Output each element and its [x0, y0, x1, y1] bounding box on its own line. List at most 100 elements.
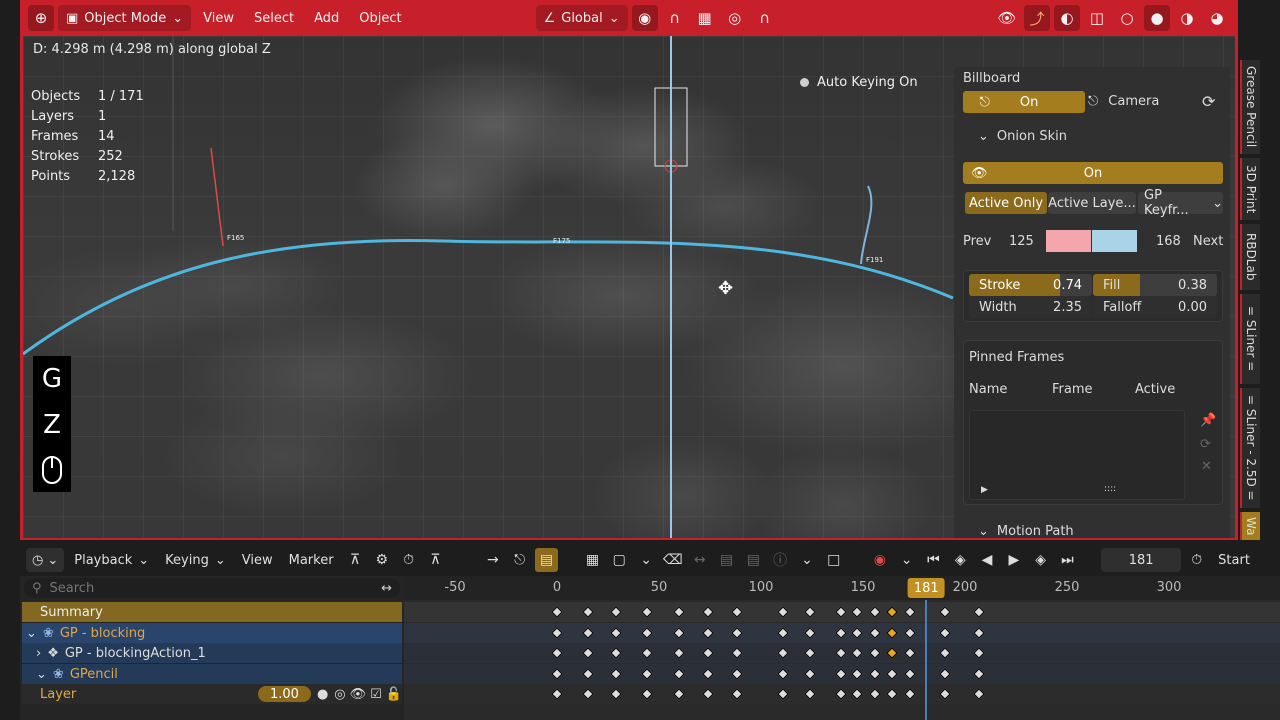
interpolation-icon[interactable]: ▦	[581, 548, 604, 572]
mirror-icon[interactable]: ⌫	[662, 548, 685, 572]
play-icon[interactable]: ▶	[1002, 548, 1025, 572]
info-icon[interactable]: ⓘ	[769, 548, 792, 572]
tab-rbdlab[interactable]: RBDLab	[1240, 224, 1260, 290]
playhead-frame[interactable]: 181	[907, 578, 945, 598]
jump-end-icon[interactable]: ⏭	[1056, 548, 1079, 572]
prev-keyframe-icon[interactable]: ◈	[949, 548, 972, 572]
current-frame-field[interactable]: 181	[1100, 548, 1182, 572]
onion-mode-active-only[interactable]: Active Only	[965, 192, 1047, 214]
layers2-icon[interactable]: ▤	[742, 548, 765, 572]
pivot-icon[interactable]: ◉	[631, 5, 658, 31]
onion-skin-toggle[interactable]: 👁 On	[963, 162, 1223, 184]
arrow-right-icon[interactable]: →	[481, 548, 504, 572]
menu-playback[interactable]: Playback ⌄	[68, 548, 155, 572]
next-color-swatch[interactable]	[1092, 230, 1137, 252]
chevron-down-icon: ⌄	[214, 552, 226, 568]
pin-icon[interactable]: 📌	[1200, 413, 1216, 428]
channel-gp-action[interactable]: › ❖ GP - blockingAction_1	[22, 643, 402, 663]
tab-3d-print[interactable]: 3D Print	[1240, 158, 1260, 220]
resize-handle-icon[interactable]: ::::	[1104, 484, 1116, 494]
channel-gpencil[interactable]: ⌄ ❀ GPencil	[22, 664, 402, 684]
tab-grease-pencil[interactable]: Grease Pencil	[1240, 60, 1260, 154]
swap-icon[interactable]: ↔	[688, 548, 711, 572]
prev-color-swatch[interactable]	[1046, 230, 1091, 252]
copy-key-icon[interactable]: ⎋	[508, 548, 531, 572]
menu-keying[interactable]: Keying ⌄	[159, 548, 232, 572]
snap-grid-icon[interactable]: ▦	[692, 5, 718, 31]
prev-count[interactable]: 125	[1009, 234, 1034, 249]
editor-type-icon[interactable]: ⊕	[28, 5, 54, 31]
eye-icon[interactable]: 👁	[350, 687, 367, 702]
channel-layer[interactable]: Layer 1.00 ● ◎ 👁 ☑ 🔓	[22, 684, 402, 704]
tab-sliner[interactable]: = SLiner =	[1240, 294, 1260, 384]
menu-select[interactable]: Select	[246, 5, 302, 31]
dopesheet-area[interactable]: -50 0 50 100 150 200 250 300 181	[404, 576, 1280, 720]
gizmo-icon[interactable]: ⤴	[1024, 5, 1050, 31]
stopwatch-icon[interactable]: ⏱	[1185, 548, 1208, 572]
expand-arrow-icon[interactable]: ▶	[981, 485, 988, 495]
onion-skin-header[interactable]: ⌄ Onion Skin	[978, 129, 1067, 144]
proportional-edit-icon[interactable]: ◎	[722, 5, 748, 31]
onion-mode-keyframes[interactable]: GP Keyfr... ⌄	[1138, 188, 1223, 218]
3d-viewport[interactable]: F165 F175 F191 ✥ D: 4.298 m (4.298 m) al…	[23, 36, 1235, 538]
menu-view-timeline[interactable]: View	[236, 548, 279, 572]
onion-dot-icon[interactable]: ●	[317, 687, 328, 702]
transform-orientation[interactable]: ∠ Global ⌄	[535, 5, 628, 31]
onion-mode-active-layer[interactable]: Active Laye...	[1048, 192, 1136, 214]
camera-option[interactable]: ⎋ Camera	[1088, 94, 1159, 109]
snap-frame-icon[interactable]: ⊼	[424, 548, 447, 572]
billboard-on-toggle[interactable]: ⎋ On	[963, 91, 1085, 113]
shading-material-icon[interactable]: ◑	[1174, 5, 1200, 31]
chevron-down-icon[interactable]: ⌄	[796, 548, 819, 572]
play-reverse-icon[interactable]: ◀	[976, 548, 999, 572]
layers-icon[interactable]: ▤	[715, 548, 738, 572]
xray-icon[interactable]: ◫	[1084, 5, 1110, 31]
fill-slider[interactable]: Fill 0.38	[1093, 274, 1217, 296]
motion-path-header[interactable]: ⌄ Motion Path	[978, 524, 1074, 538]
chevron-down-icon[interactable]: ⌄	[895, 548, 918, 572]
channel-gp-blocking[interactable]: ⌄ ❀ GP - blocking	[22, 623, 402, 643]
tab-sliner-25d[interactable]: = SLiner - 2.5D =	[1240, 388, 1260, 508]
tooltip-icon[interactable]: □	[822, 548, 845, 572]
editor-type-timeline[interactable]: ◷ ⌄	[26, 548, 65, 572]
menu-view[interactable]: View	[195, 5, 242, 31]
snap-icon[interactable]: ∩	[662, 5, 688, 31]
shading-solid-icon[interactable]: ●	[1144, 5, 1170, 31]
timer-icon[interactable]: ⏱	[397, 548, 420, 572]
layer-opacity-field[interactable]: 1.00	[258, 686, 311, 702]
menu-object[interactable]: Object	[351, 5, 409, 31]
lock-icon[interactable]: 🔓	[386, 687, 402, 702]
falloff-field[interactable]: Falloff 0.00	[1093, 296, 1217, 318]
visibility-icon[interactable]: 👁	[994, 5, 1020, 31]
refresh-icon[interactable]: ⟳	[1202, 92, 1215, 111]
stroke-slider[interactable]: Stroke 0.74	[969, 274, 1092, 296]
frame-ruler[interactable]: -50 0 50 100 150 200 250 300	[404, 576, 1280, 600]
shading-rendered-icon[interactable]: ◕	[1204, 5, 1230, 31]
pinned-frames-list[interactable]	[969, 410, 1185, 500]
graph-toggle-icon[interactable]: ▤	[535, 548, 558, 572]
tab-wa[interactable]: Wa	[1240, 512, 1260, 540]
menu-add[interactable]: Add	[306, 5, 347, 31]
remove-pin-icon[interactable]: ✕	[1201, 459, 1212, 474]
keyframe-type-icon[interactable]: ⚙	[370, 548, 393, 572]
swap-arrows-icon[interactable]: ↔	[381, 581, 392, 596]
next-count[interactable]: 168	[1156, 234, 1181, 249]
start-frame-field[interactable]: Start	[1212, 548, 1256, 572]
mode-selector[interactable]: ▣ Object Mode ⌄	[58, 5, 192, 31]
next-keyframe-icon[interactable]: ◈	[1029, 548, 1052, 572]
overlay-icon[interactable]: ◐	[1054, 5, 1080, 31]
record-icon[interactable]: ◉	[868, 548, 891, 572]
handle-icon[interactable]: ▢	[608, 548, 631, 572]
channel-summary[interactable]: Summary	[22, 602, 402, 622]
jump-start-icon[interactable]: ⏮	[922, 548, 945, 572]
width-field[interactable]: Width 2.35	[969, 296, 1092, 318]
checkbox-icon[interactable]: ☑	[370, 687, 382, 702]
search-input[interactable]: ⚲ Search ↔	[24, 578, 400, 598]
menu-marker[interactable]: Marker	[283, 548, 340, 572]
chevron-down-icon[interactable]: ⌄	[635, 548, 658, 572]
refresh-pin-icon[interactable]: ⟳	[1200, 437, 1211, 452]
keyframe-jump-icon[interactable]: ⊼	[344, 548, 367, 572]
shading-wire-icon[interactable]: ○	[1114, 5, 1140, 31]
onion-toggle-icon[interactable]: ◎	[334, 687, 345, 702]
falloff-icon[interactable]: ∩	[752, 5, 778, 31]
